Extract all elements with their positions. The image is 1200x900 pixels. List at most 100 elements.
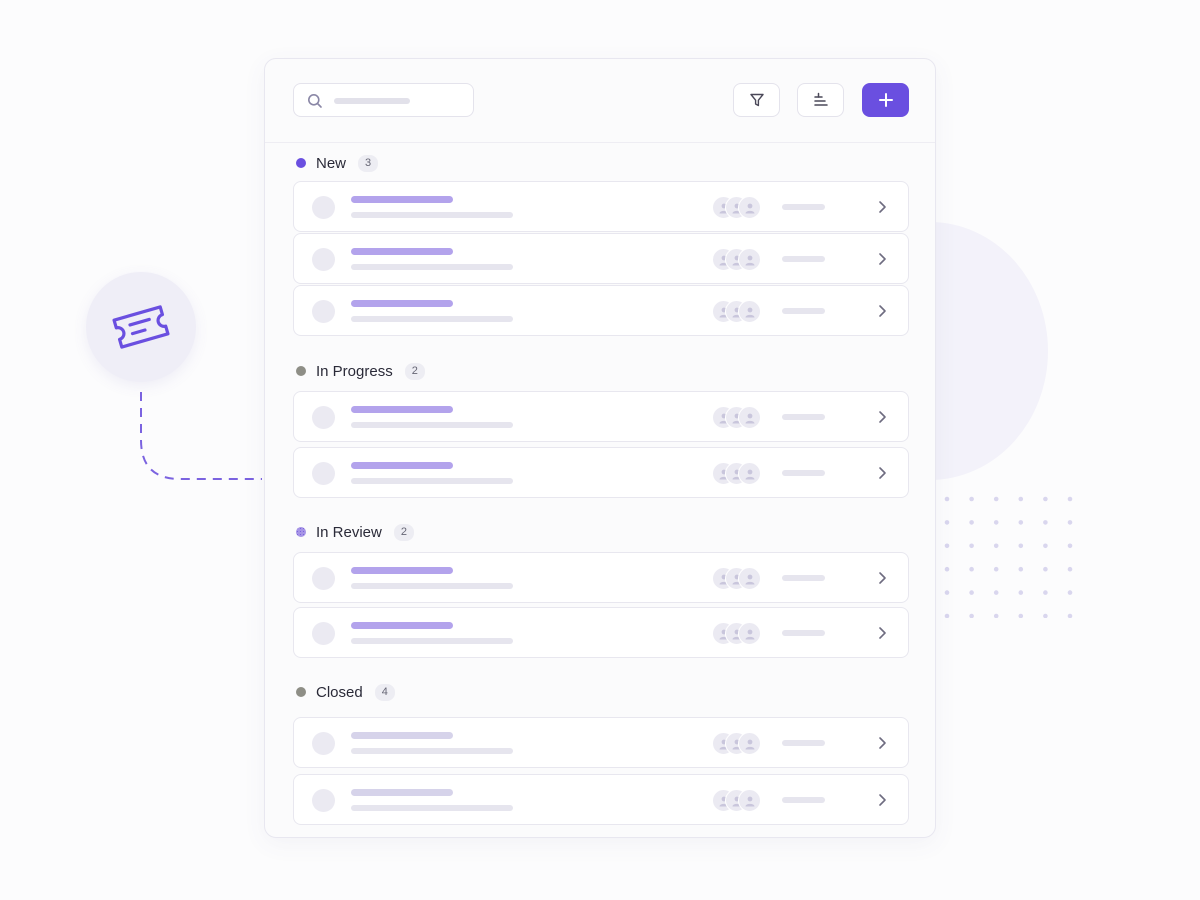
plus-icon [878,93,893,107]
ticket-subtitle-placeholder [351,638,513,644]
decor-dot [1018,566,1024,572]
decor-dot [1043,590,1048,595]
ticket-meta-placeholder [782,470,825,476]
ticket-subtitle-placeholder [351,422,513,428]
decor-dot [1018,496,1024,502]
group-count-badge: 2 [404,362,425,380]
decor-dot [944,613,950,618]
assignee-avatars [712,406,768,429]
decor-dot [1043,520,1048,525]
ticket-avatar-placeholder [312,789,335,812]
decor-dot [993,543,999,549]
decor-dot [969,590,974,595]
decor-dot [1043,566,1048,572]
ticket-meta-placeholder [782,797,825,803]
ticket-subtitle-placeholder [351,478,513,484]
ticket-badge [86,272,196,382]
ticket-avatar-placeholder [312,196,335,219]
decor-dot [969,496,974,502]
ticket-row[interactable] [293,552,909,603]
ticket-subtitle-placeholder [351,583,513,589]
chevron-right-icon [879,467,886,479]
user-icon [738,789,761,812]
decor-dot [1018,543,1024,549]
group-label: In Progress [316,362,393,380]
ticket-subtitle-placeholder [351,264,513,270]
sort-button[interactable] [797,83,844,117]
ticket-row[interactable] [293,717,909,768]
assignee-avatars [712,196,768,219]
ticket-meta-placeholder [782,308,825,314]
decor-dot [944,566,950,572]
decor-dot [969,520,974,525]
decor-dot [944,543,950,549]
chevron-right-icon [879,201,886,213]
ticket-row[interactable] [293,233,909,284]
user-icon [738,248,761,271]
ticket-meta-placeholder [782,204,825,210]
group-header-new: New 3 [296,153,379,173]
ticket-meta-placeholder [782,630,825,636]
ticket-subtitle-placeholder [351,212,513,218]
add-ticket-button[interactable] [862,83,909,117]
ticket-row[interactable] [293,285,909,336]
filter-button[interactable] [733,83,780,117]
user-icon [738,196,761,219]
group-header-closed: Closed 4 [296,682,395,702]
group-count-badge: 4 [374,683,395,701]
chevron-right-icon [879,411,886,423]
group-header-in-progress: In Progress 2 [296,361,425,381]
ticket-meta-placeholder [782,575,825,581]
ticket-row[interactable] [293,181,909,232]
group-header-in-review: In Review 2 [296,522,414,542]
decor-dot [993,496,999,502]
decor-dot [1043,543,1048,549]
decor-dot [993,566,999,572]
ticket-meta-placeholder [782,256,825,262]
status-dot-new [296,158,306,168]
decor-dot [1067,520,1073,525]
ticket-avatar-placeholder [312,732,335,755]
decor-dot [944,590,950,595]
user-icon [738,567,761,590]
search-input[interactable] [293,83,474,117]
chevron-right-icon [879,627,886,639]
decor-dot [1067,496,1073,502]
decor-dot [1043,613,1048,618]
ticket-subtitle-placeholder [351,805,513,811]
ticket-title-placeholder [351,732,453,739]
status-dot-closed [296,687,306,697]
group-label: Closed [316,683,363,701]
user-icon [738,732,761,755]
dot-grid-decoration [944,496,1073,618]
ticket-avatar-placeholder [312,248,335,271]
ticket-row[interactable] [293,447,909,498]
group-count-badge: 3 [358,154,379,172]
decor-dot [1043,496,1048,502]
search-placeholder-bar [334,98,410,104]
ticket-avatar-placeholder [312,462,335,485]
decor-dot [993,613,999,618]
assignee-avatars [712,300,768,323]
ticket-row[interactable] [293,607,909,658]
status-dot-in-progress [296,366,306,376]
ticket-row[interactable] [293,774,909,825]
ticket-title-placeholder [351,248,453,255]
ticket-meta-placeholder [782,414,825,420]
decor-dot [944,520,950,525]
decor-dot [969,613,974,618]
ticket-row[interactable] [293,391,909,442]
ticket-title-placeholder [351,300,453,307]
decor-dot [1067,543,1073,549]
chevron-right-icon [879,737,886,749]
ticket-title-placeholder [351,462,453,469]
decor-dot [993,520,999,525]
decor-dot [1018,590,1024,595]
decor-dot [1018,520,1024,525]
ticket-title-placeholder [351,622,453,629]
assignee-avatars [712,567,768,590]
decor-dot [1067,590,1073,595]
ticket-title-placeholder [351,406,453,413]
decor-dot [1018,613,1024,618]
ticket-subtitle-placeholder [351,748,513,754]
